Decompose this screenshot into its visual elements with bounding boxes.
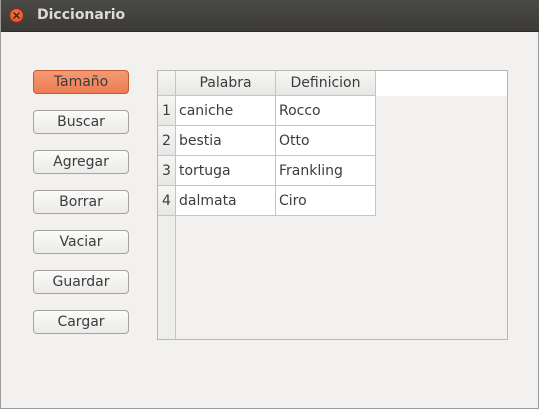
row-header-1[interactable]: 1 bbox=[158, 96, 176, 126]
table-cell[interactable]: bestia bbox=[176, 126, 276, 156]
table-cell[interactable]: tortuga bbox=[176, 156, 276, 186]
column-header-definicion[interactable]: Definicion bbox=[276, 71, 376, 96]
agregar-button[interactable]: Agregar bbox=[33, 150, 129, 174]
row-header-3[interactable]: 3 bbox=[158, 156, 176, 186]
row-header-2[interactable]: 2 bbox=[158, 126, 176, 156]
table-cell[interactable]: dalmata bbox=[176, 186, 276, 216]
title-bar[interactable]: Diccionario bbox=[1, 0, 539, 32]
table-corner[interactable] bbox=[158, 71, 176, 96]
tamano-button[interactable]: Tamaño bbox=[33, 70, 129, 94]
header-empty-area bbox=[376, 71, 507, 96]
main-window: Diccionario Tamaño Buscar Agregar Borrar… bbox=[0, 0, 539, 409]
dictionary-table[interactable]: Palabra Definicion 1 caniche Rocco 2 bes… bbox=[157, 70, 508, 340]
row-header-4[interactable]: 4 bbox=[158, 186, 176, 216]
guardar-button[interactable]: Guardar bbox=[33, 270, 129, 294]
table-cell[interactable]: Rocco bbox=[276, 96, 376, 126]
cargar-button[interactable]: Cargar bbox=[33, 310, 129, 334]
borrar-button[interactable]: Borrar bbox=[33, 190, 129, 214]
vaciar-button[interactable]: Vaciar bbox=[33, 230, 129, 254]
close-icon bbox=[13, 12, 20, 19]
table-cell[interactable]: caniche bbox=[176, 96, 276, 126]
column-header-palabra[interactable]: Palabra bbox=[176, 71, 276, 96]
close-button[interactable] bbox=[9, 8, 24, 23]
table-cell[interactable]: Otto bbox=[276, 126, 376, 156]
table-cell[interactable]: Ciro bbox=[276, 186, 376, 216]
buscar-button[interactable]: Buscar bbox=[33, 110, 129, 134]
table-cell[interactable]: Frankling bbox=[276, 156, 376, 186]
window-title: Diccionario bbox=[37, 7, 126, 23]
